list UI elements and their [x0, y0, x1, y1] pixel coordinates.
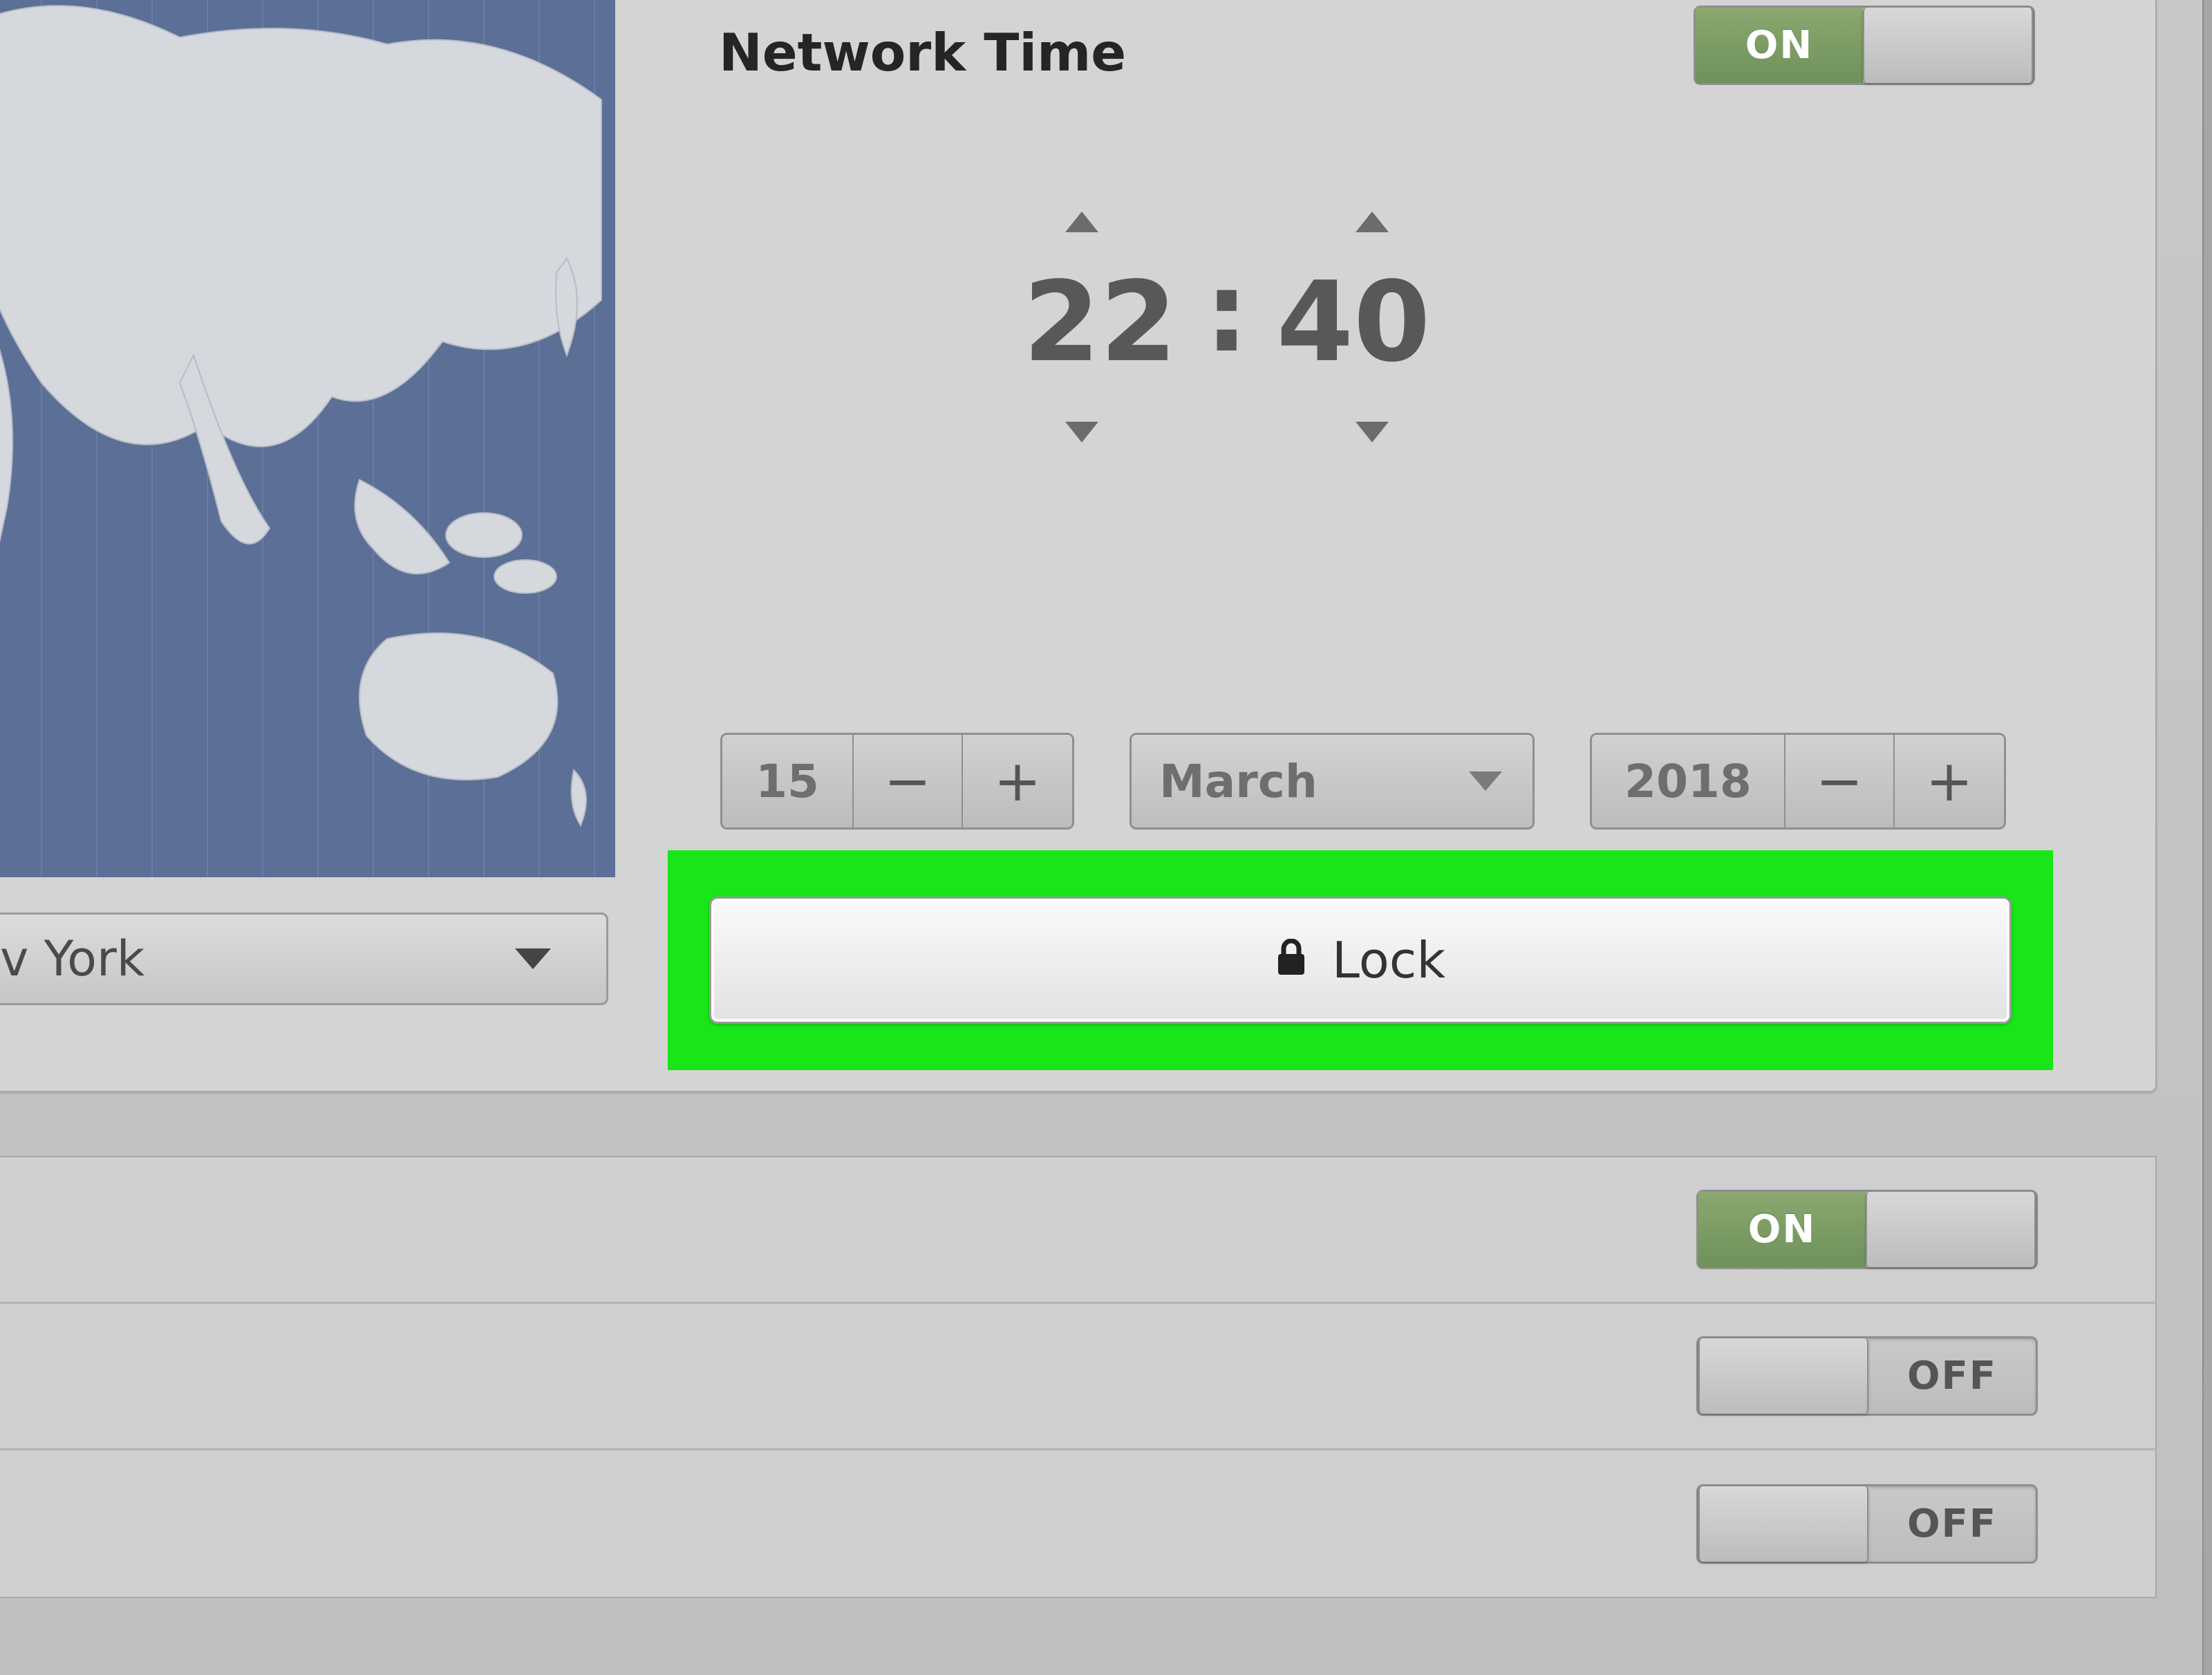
hours-value: 22 [1023, 257, 1177, 386]
settings-row: OFF [0, 1450, 2155, 1597]
day-decrement-button[interactable]: − [854, 735, 963, 827]
year-value: 2018 [1592, 735, 1785, 827]
time-spinner: 22 : 40 [1023, 190, 1430, 453]
toggle-on-label: ON [1698, 1192, 1866, 1267]
lock-button-label: Lock [1332, 931, 1445, 989]
dropdown-arrow-icon [515, 948, 551, 969]
day-value: 15 [722, 735, 854, 827]
toggle-knob [1698, 1486, 1868, 1562]
settings-toggle-2[interactable]: OFF [1696, 1336, 2038, 1416]
time-separator: : [1198, 247, 1256, 377]
settings-toggle-1[interactable]: ON [1696, 1190, 2038, 1269]
toggle-on-label: ON [1696, 8, 1863, 83]
network-time-label: Network Time [719, 22, 1126, 83]
right-edge-divider [2202, 0, 2212, 1675]
timezone-map[interactable] [0, 0, 615, 877]
toggle-knob [1698, 1338, 1868, 1414]
settings-row: ON [0, 1157, 2155, 1304]
datetime-card: Network Time ON 22 : 40 15 [0, 0, 2157, 1092]
year-stepper[interactable]: 2018 − + [1590, 733, 2006, 830]
day-increment-button[interactable]: + [963, 735, 1072, 827]
hours-down-button[interactable] [1027, 400, 1137, 453]
lock-highlight-box: Lock [668, 850, 2053, 1070]
minutes-down-button[interactable] [1317, 400, 1427, 453]
settings-row: OFF [0, 1304, 2155, 1450]
toggle-knob [1863, 8, 2033, 83]
network-time-toggle[interactable]: ON [1694, 6, 2035, 85]
timezone-dropdown[interactable]: v York [0, 913, 608, 1005]
year-decrement-button[interactable]: − [1785, 735, 1895, 827]
toggle-off-label: OFF [1868, 1338, 2036, 1414]
toggle-off-label: OFF [1868, 1486, 2036, 1562]
timezone-value: v York [0, 930, 144, 987]
month-dropdown[interactable]: March [1130, 733, 1535, 830]
lower-settings-panel: ON OFF OFF [0, 1156, 2157, 1598]
day-stepper[interactable]: 15 − + [720, 733, 1074, 830]
year-increment-button[interactable]: + [1895, 735, 2004, 827]
settings-toggle-3[interactable]: OFF [1696, 1484, 2038, 1564]
date-row: 15 − + March 2018 − + [720, 733, 2006, 830]
lock-button[interactable]: Lock [709, 897, 2012, 1024]
dropdown-arrow-icon [1469, 771, 1502, 791]
minutes-value: 40 [1277, 257, 1431, 386]
hours-up-button[interactable] [1027, 190, 1137, 243]
toggle-knob [1866, 1192, 2036, 1267]
month-value: March [1159, 755, 1318, 808]
lock-icon [1275, 931, 1307, 989]
minutes-up-button[interactable] [1317, 190, 1427, 243]
